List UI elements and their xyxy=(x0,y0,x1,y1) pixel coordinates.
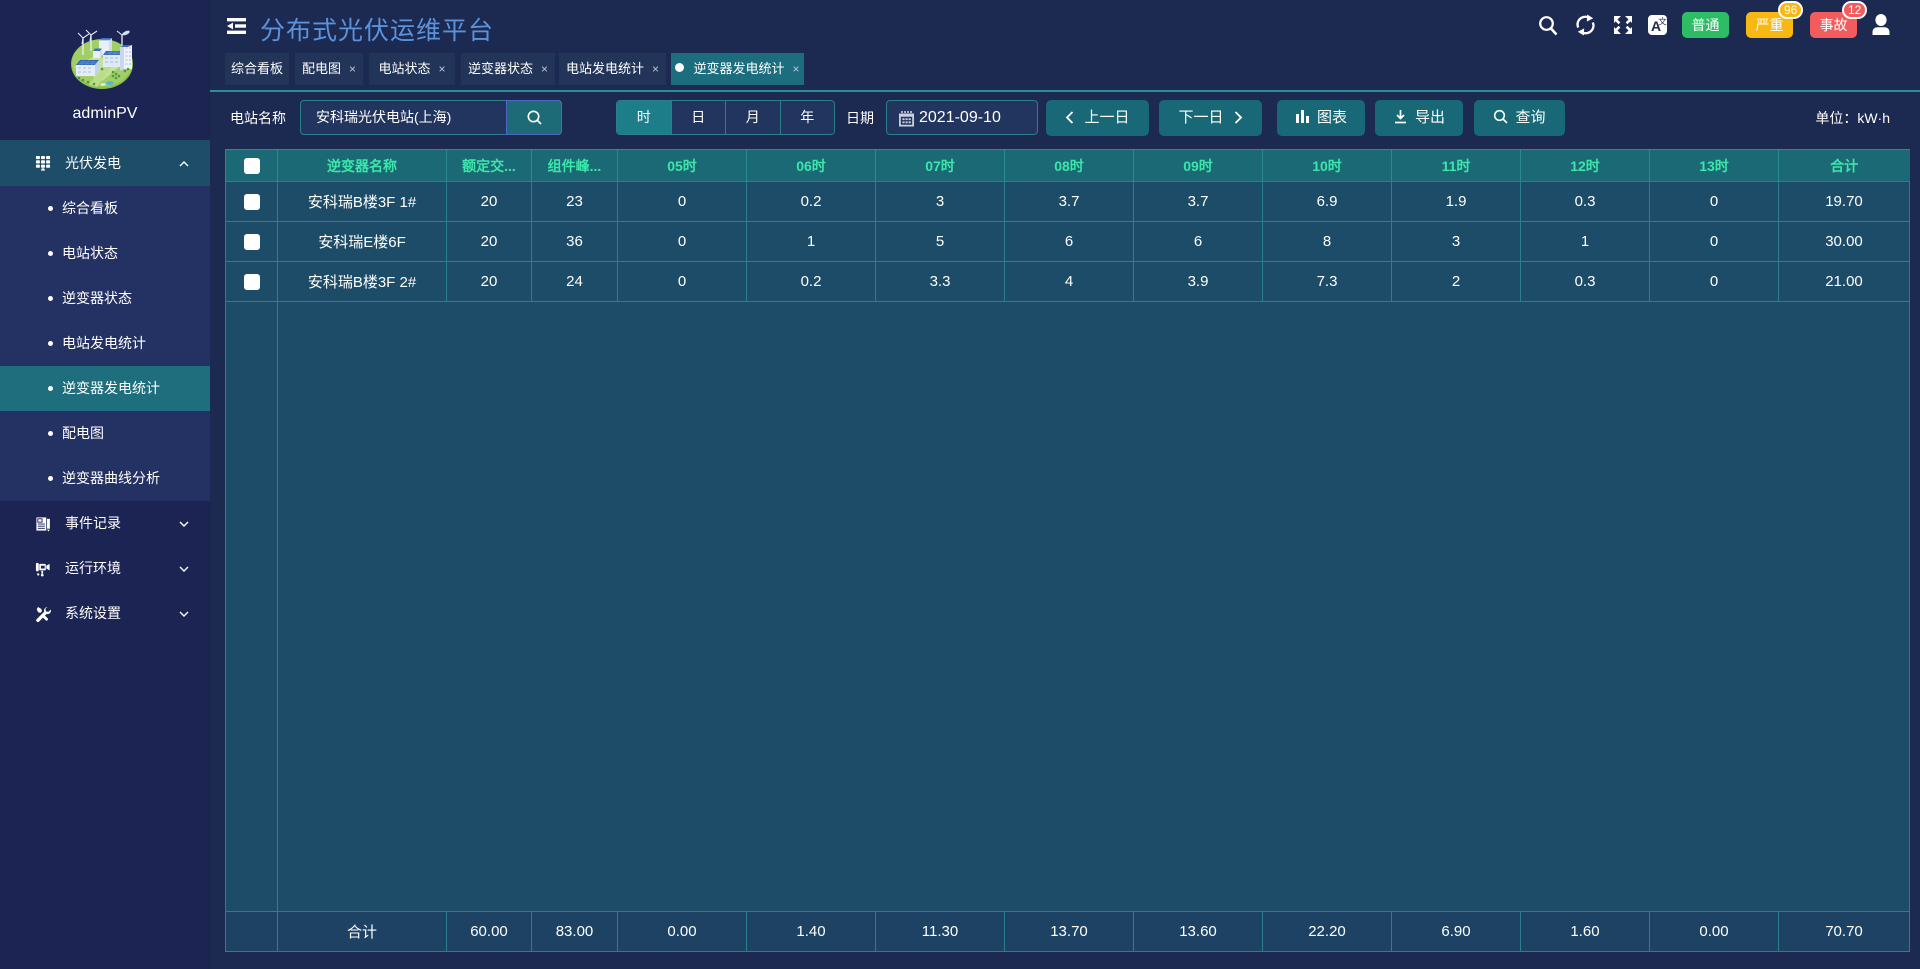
svg-text:文: 文 xyxy=(1658,17,1667,27)
